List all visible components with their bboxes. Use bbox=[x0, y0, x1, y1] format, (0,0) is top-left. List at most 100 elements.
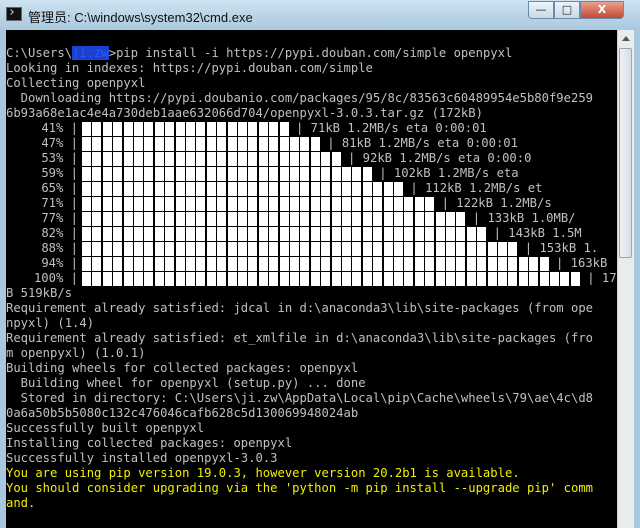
progress-block bbox=[248, 227, 258, 241]
progress-block bbox=[466, 257, 476, 271]
progress-block bbox=[435, 212, 445, 226]
progress-block bbox=[373, 227, 383, 241]
title-bar[interactable]: 管理员: C:\windows\system32\cmd.exe — □ X bbox=[0, 0, 640, 30]
scroll-up-arrow-icon[interactable] bbox=[618, 30, 634, 47]
progress-block bbox=[248, 242, 258, 256]
minimize-button[interactable]: — bbox=[528, 1, 554, 19]
progress-block bbox=[196, 122, 206, 136]
progress-block bbox=[144, 197, 154, 211]
progress-block bbox=[123, 227, 133, 241]
progress-block bbox=[414, 272, 424, 286]
progress-block bbox=[248, 182, 258, 196]
progress-block bbox=[113, 122, 123, 136]
progress-block bbox=[498, 272, 507, 286]
progress-block bbox=[362, 182, 372, 196]
progress-block bbox=[196, 227, 206, 241]
progress-percent: 82% | bbox=[41, 226, 78, 240]
progress-block bbox=[144, 272, 154, 286]
progress-block bbox=[466, 242, 476, 256]
maximize-button[interactable]: □ bbox=[554, 1, 580, 19]
progress-block bbox=[186, 242, 195, 256]
progress-block bbox=[154, 197, 164, 211]
progress-row: 47% | | 81kB 1.2MB/s eta 0:00:01 bbox=[6, 136, 617, 151]
console-line: Requirement already satisfied: et_xmlfil… bbox=[6, 331, 593, 345]
progress-block bbox=[331, 197, 341, 211]
progress-block bbox=[258, 152, 268, 166]
progress-block bbox=[102, 272, 112, 286]
progress-block bbox=[290, 212, 299, 226]
progress-block bbox=[290, 272, 299, 286]
progress-block bbox=[425, 212, 435, 226]
progress-block bbox=[186, 182, 195, 196]
progress-block bbox=[290, 197, 299, 211]
progress-block bbox=[154, 122, 164, 136]
progress-block bbox=[352, 212, 362, 226]
progress-block bbox=[550, 272, 559, 286]
progress-block bbox=[394, 212, 403, 226]
progress-block bbox=[196, 272, 206, 286]
progress-block bbox=[362, 197, 372, 211]
vertical-scrollbar[interactable] bbox=[617, 30, 634, 528]
progress-block bbox=[238, 257, 247, 271]
window-title: 管理员: C:\windows\system32\cmd.exe bbox=[28, 10, 253, 25]
progress-block bbox=[414, 197, 424, 211]
console-line: 0a6a50b5b5080c132c476046cafb628c5d130069… bbox=[6, 406, 359, 420]
progress-block bbox=[290, 227, 299, 241]
progress-block bbox=[435, 272, 445, 286]
console-output[interactable]: C:\Users\ji.zw>pip install -i https://py… bbox=[6, 30, 617, 528]
progress-block bbox=[82, 167, 91, 181]
progress-block bbox=[134, 272, 143, 286]
progress-block bbox=[217, 137, 227, 151]
progress-block bbox=[217, 257, 227, 271]
progress-block bbox=[165, 212, 175, 226]
progress-row: 100% | | 174k bbox=[6, 271, 617, 286]
progress-block bbox=[165, 182, 175, 196]
progress-block bbox=[258, 167, 268, 181]
progress-block bbox=[394, 197, 403, 211]
progress-block bbox=[92, 242, 102, 256]
console-line: Downloading https://pypi.doubanio.com/pa… bbox=[6, 91, 593, 105]
progress-block bbox=[196, 137, 206, 151]
console-line: Building wheels for collected packages: … bbox=[6, 361, 359, 375]
progress-block bbox=[175, 227, 185, 241]
progress-block bbox=[227, 167, 237, 181]
progress-block bbox=[206, 137, 216, 151]
progress-block bbox=[186, 137, 195, 151]
progress-block bbox=[82, 242, 91, 256]
progress-block bbox=[134, 242, 143, 256]
progress-block bbox=[310, 257, 320, 271]
progress-row: 88% | | 153kB 1. bbox=[6, 241, 617, 256]
progress-block bbox=[123, 272, 133, 286]
progress-block bbox=[227, 197, 237, 211]
progress-block bbox=[321, 227, 331, 241]
progress-percent: 88% | bbox=[41, 241, 78, 255]
progress-block bbox=[134, 257, 143, 271]
window-frame bbox=[634, 30, 640, 528]
progress-row: 82% | | 143kB 1.5M bbox=[6, 226, 617, 241]
progress-block bbox=[113, 242, 123, 256]
progress-block bbox=[186, 197, 195, 211]
progress-block bbox=[404, 272, 414, 286]
progress-block bbox=[134, 152, 143, 166]
progress-block bbox=[342, 257, 351, 271]
progress-block bbox=[446, 257, 455, 271]
close-button[interactable]: X bbox=[580, 1, 624, 19]
progress-block bbox=[321, 212, 331, 226]
scrollbar-thumb[interactable] bbox=[619, 48, 632, 258]
progress-block bbox=[92, 137, 102, 151]
progress-block bbox=[175, 137, 185, 151]
cmd-app-icon[interactable] bbox=[6, 7, 22, 21]
progress-row: 65% | | 112kB 1.2MB/s et bbox=[6, 181, 617, 196]
progress-status: | 71kB 1.2MB/s eta 0:00:01 bbox=[296, 121, 487, 135]
progress-block bbox=[82, 272, 91, 286]
progress-block bbox=[456, 272, 466, 286]
progress-block bbox=[404, 197, 414, 211]
progress-block bbox=[196, 257, 206, 271]
progress-block bbox=[383, 227, 393, 241]
progress-status: | 81kB 1.2MB/s eta 0:00:01 bbox=[327, 136, 518, 150]
progress-block bbox=[92, 227, 102, 241]
progress-block bbox=[300, 152, 310, 166]
progress-block bbox=[310, 272, 320, 286]
progress-block bbox=[487, 257, 497, 271]
progress-block bbox=[279, 152, 289, 166]
